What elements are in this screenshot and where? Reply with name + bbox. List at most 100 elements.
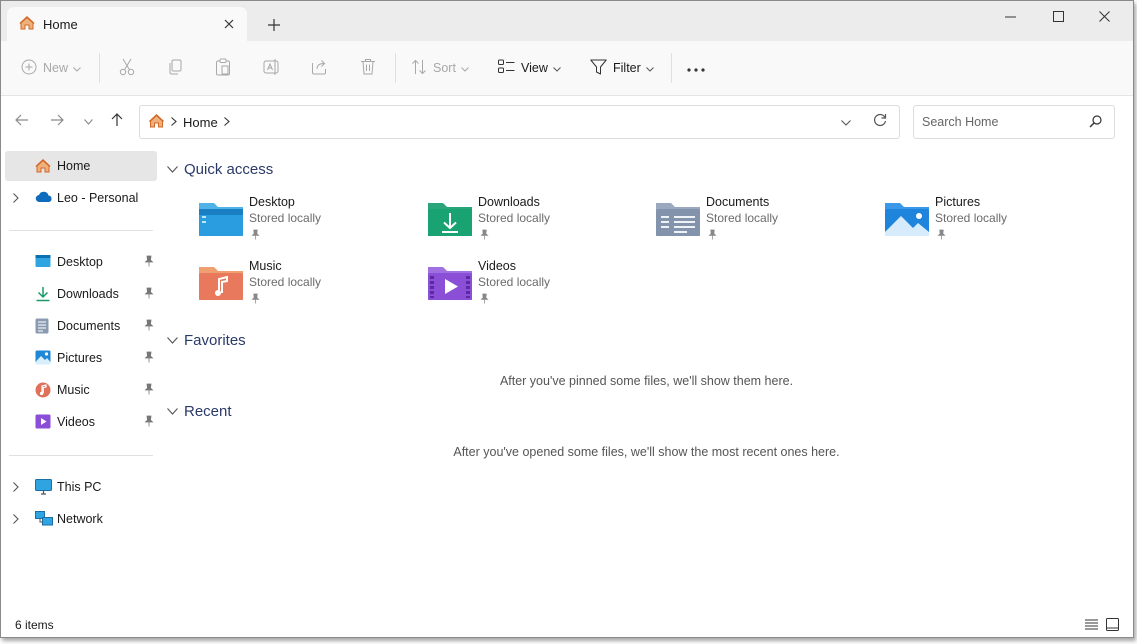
onedrive-cloud-icon xyxy=(35,190,53,207)
folder-name: Pictures xyxy=(935,195,981,209)
new-button[interactable]: New xyxy=(21,55,81,81)
folder-tile-videos[interactable]: Videos Stored locally xyxy=(427,259,647,311)
close-tab-icon[interactable] xyxy=(219,14,239,34)
view-icon xyxy=(498,59,515,77)
sidebar-item-label: Music xyxy=(57,383,90,397)
navigation-pane: Home Leo - Personal Desktop Downloads Do… xyxy=(1,148,159,609)
paste-button[interactable] xyxy=(215,55,231,81)
cut-button[interactable] xyxy=(119,55,135,81)
back-button[interactable] xyxy=(11,110,33,132)
more-icon xyxy=(687,61,705,75)
title-bar: Home xyxy=(1,1,1133,41)
recent-locations-button[interactable] xyxy=(77,110,99,132)
pin-icon[interactable] xyxy=(144,287,154,302)
sidebar-item-music[interactable]: Music xyxy=(5,375,157,405)
rename-button[interactable] xyxy=(263,55,281,81)
folder-name: Desktop xyxy=(249,195,295,209)
videos-icon xyxy=(35,414,51,432)
copy-icon xyxy=(167,59,183,78)
section-favorites[interactable]: Favorites xyxy=(167,329,246,351)
more-options-button[interactable] xyxy=(687,55,705,81)
folder-location: Stored locally xyxy=(249,211,322,225)
folder-name: Videos xyxy=(478,259,516,273)
pin-icon xyxy=(937,229,946,243)
folder-tile-music[interactable]: Music Stored locally xyxy=(198,259,418,311)
chevron-right-icon[interactable] xyxy=(13,481,19,495)
trash-icon xyxy=(360,58,376,78)
search-icon[interactable] xyxy=(1089,115,1102,131)
share-button[interactable] xyxy=(311,55,328,81)
folder-tile-documents[interactable]: Documents Stored locally xyxy=(655,195,875,247)
chevron-right-icon[interactable] xyxy=(13,192,19,206)
section-quick-access[interactable]: Quick access xyxy=(167,158,273,180)
view-button[interactable]: View xyxy=(498,55,561,81)
search-input[interactable] xyxy=(922,115,1082,129)
chevron-right-icon xyxy=(171,115,177,129)
arrow-right-icon xyxy=(50,114,64,129)
chevron-right-icon[interactable] xyxy=(13,513,19,527)
pin-icon xyxy=(251,293,260,307)
section-title: Favorites xyxy=(184,331,246,349)
forward-button[interactable] xyxy=(46,110,68,132)
sort-button[interactable]: Sort xyxy=(411,55,469,81)
downloads-icon xyxy=(35,286,51,305)
address-history-button[interactable] xyxy=(841,115,851,129)
pictures-icon xyxy=(35,350,51,368)
folder-tile-pictures[interactable]: Pictures Stored locally xyxy=(884,195,1104,247)
recent-empty-message: After you've opened some files, we'll sh… xyxy=(453,445,840,459)
pin-icon xyxy=(480,293,489,307)
pin-icon[interactable] xyxy=(144,383,154,398)
filter-button[interactable]: Filter xyxy=(590,55,654,81)
sidebar-item-pictures[interactable]: Pictures xyxy=(5,343,157,373)
maximize-button[interactable] xyxy=(1036,1,1080,31)
desktop-icon xyxy=(35,254,51,271)
arrow-up-icon xyxy=(111,112,123,130)
sidebar-item-downloads[interactable]: Downloads xyxy=(5,279,157,309)
sidebar-item-onedrive[interactable]: Leo - Personal xyxy=(5,183,157,213)
chevron-right-icon xyxy=(223,115,230,129)
minimize-button[interactable] xyxy=(988,1,1032,31)
copy-button[interactable] xyxy=(167,55,183,81)
folder-name: Documents xyxy=(706,195,770,209)
documents-folder-icon xyxy=(656,203,700,236)
chevron-down-icon xyxy=(645,61,654,75)
section-recent[interactable]: Recent xyxy=(167,400,232,422)
breadcrumb-home[interactable]: Home xyxy=(183,115,218,130)
sidebar-item-this-pc[interactable]: This PC xyxy=(5,472,157,502)
sidebar-item-label: Desktop xyxy=(57,255,103,269)
sidebar-item-home[interactable]: Home xyxy=(5,151,157,181)
toolbar-divider xyxy=(99,53,100,83)
pin-icon[interactable] xyxy=(144,415,154,430)
up-button[interactable] xyxy=(106,110,128,132)
sidebar-item-label: Home xyxy=(57,159,91,173)
chevron-down-icon xyxy=(73,61,81,75)
sidebar-item-desktop[interactable]: Desktop xyxy=(5,247,157,277)
tab-title: Home xyxy=(43,16,78,32)
tiles-view-icon[interactable] xyxy=(1103,615,1121,633)
pin-icon xyxy=(708,229,717,243)
chevron-down-icon xyxy=(83,114,93,128)
sidebar-item-videos[interactable]: Videos xyxy=(5,407,157,437)
folder-tile-desktop[interactable]: Desktop Stored locally xyxy=(198,195,418,247)
folder-location: Stored locally xyxy=(249,275,322,289)
folder-tile-downloads[interactable]: Downloads Stored locally xyxy=(427,195,647,247)
delete-button[interactable] xyxy=(360,55,376,81)
content-pane: Quick access Desktop Stored locally Down… xyxy=(159,148,1133,609)
pin-icon[interactable] xyxy=(144,351,154,366)
pin-icon[interactable] xyxy=(144,319,154,334)
sidebar-item-documents[interactable]: Documents xyxy=(5,311,157,341)
pin-icon[interactable] xyxy=(144,255,154,270)
new-tab-button[interactable] xyxy=(263,14,285,36)
sidebar-item-network[interactable]: Network xyxy=(5,504,157,534)
refresh-icon[interactable] xyxy=(873,113,887,130)
close-window-button[interactable] xyxy=(1082,1,1126,31)
address-bar[interactable]: Home xyxy=(139,105,900,139)
tab-home[interactable]: Home xyxy=(7,7,247,41)
add-icon xyxy=(21,59,37,78)
folder-name: Music xyxy=(249,259,282,273)
details-view-icon[interactable] xyxy=(1082,615,1100,633)
sidebar-item-label: This PC xyxy=(57,480,102,494)
sidebar-item-label: Downloads xyxy=(57,287,119,301)
home-icon xyxy=(148,113,165,132)
search-field[interactable] xyxy=(913,105,1115,139)
